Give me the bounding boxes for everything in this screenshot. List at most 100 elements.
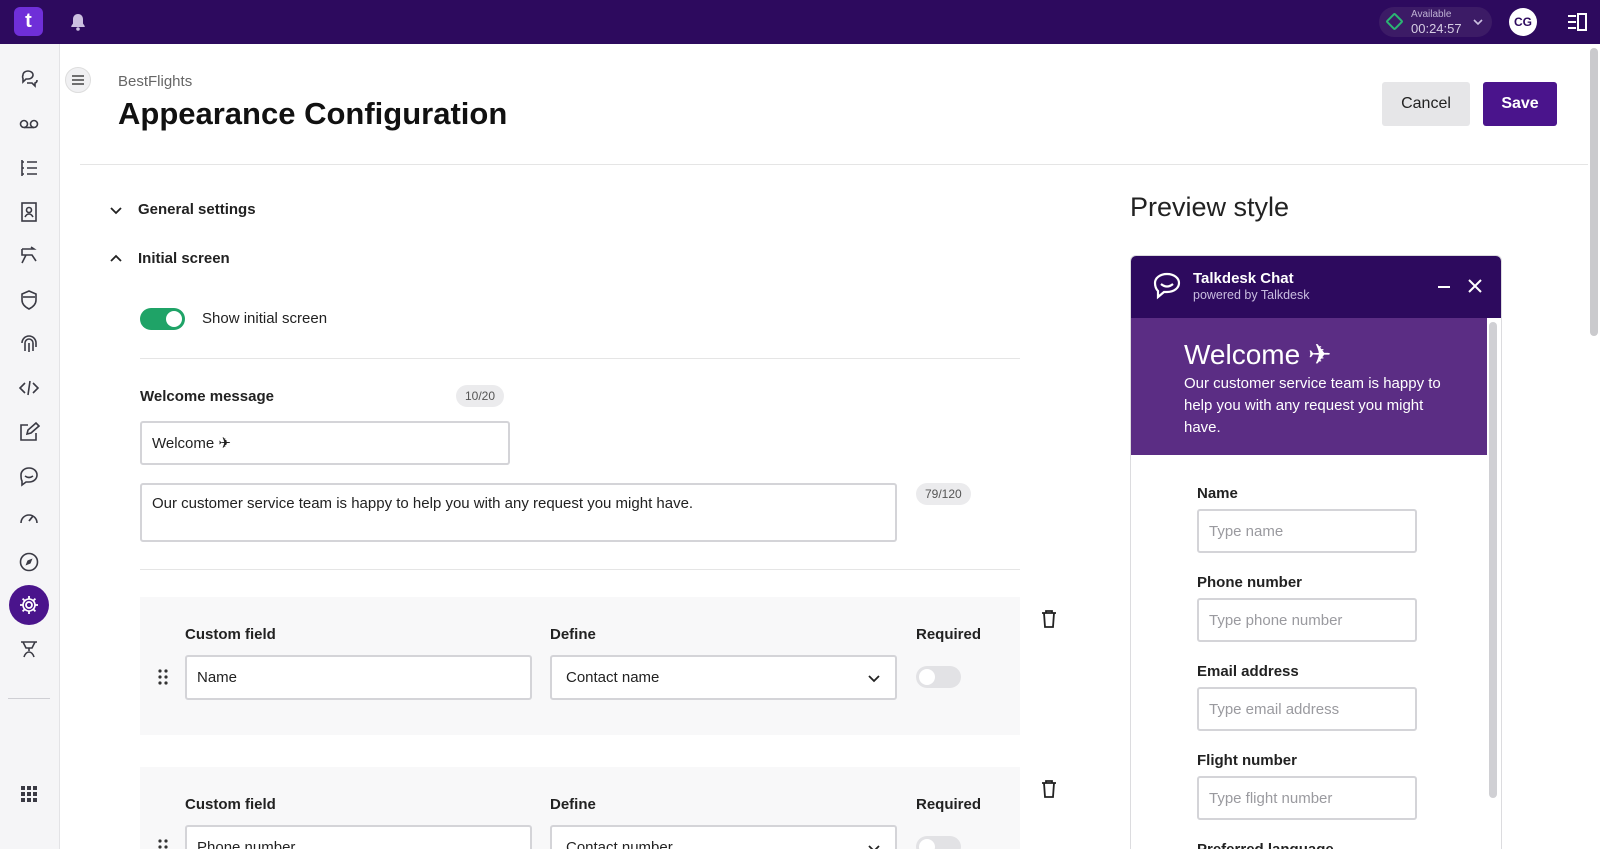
welcome-counter: 10/20 — [456, 385, 505, 407]
section-initial-screen[interactable]: Initial screen — [108, 250, 230, 267]
nav-explore[interactable] — [9, 542, 49, 582]
cancel-button[interactable]: Cancel — [1382, 82, 1470, 126]
welcome-title-input[interactable]: Welcome ✈ — [140, 421, 510, 465]
custom-field-header: Custom field — [185, 626, 276, 643]
status-label: Available — [1411, 9, 1452, 20]
chat-welcome-text: Our customer service team is happy to he… — [1184, 375, 1441, 436]
voicemail-icon — [19, 119, 39, 129]
code-icon — [18, 380, 40, 396]
preview-title: Preview style — [1130, 192, 1290, 222]
chat-header: Talkdesk Chat powered by Talkdesk — [1131, 256, 1501, 318]
status-selector[interactable]: Available 00:24:57 — [1379, 7, 1492, 37]
chat-subtitle: powered by Talkdesk — [1193, 288, 1310, 302]
chat-bubble-icon — [1153, 272, 1181, 300]
define-select-value: Contact name — [566, 669, 660, 686]
nav-voicemail[interactable] — [9, 104, 49, 144]
user-avatar[interactable]: CG — [1509, 8, 1537, 36]
required-header: Required — [916, 796, 982, 813]
preview-name-label: Name — [1197, 485, 1238, 502]
chat-icon — [20, 467, 38, 487]
chat-welcome-title: Welcome ✈ — [1184, 339, 1332, 370]
description-counter: 79/120 — [916, 483, 971, 505]
required-toggle[interactable] — [916, 666, 961, 688]
apps-grid-icon — [21, 786, 37, 802]
divider — [140, 569, 1020, 570]
nav-chat[interactable] — [9, 456, 49, 496]
status-indicator-icon — [1385, 12, 1404, 31]
chevron-down-icon — [110, 206, 122, 214]
nav-list[interactable] — [9, 148, 49, 188]
speedometer-icon — [20, 514, 38, 524]
nav-settings[interactable] — [9, 585, 49, 625]
required-toggle[interactable] — [916, 836, 961, 849]
preview-phone-label: Phone number — [1197, 574, 1303, 591]
contacts-icon — [21, 202, 37, 222]
left-navigation — [0, 44, 60, 849]
bell-icon[interactable] — [68, 12, 88, 32]
show-initial-screen-label: Show initial screen — [202, 310, 328, 327]
define-select[interactable]: Contact number — [550, 825, 897, 849]
nav-developer[interactable] — [9, 368, 49, 408]
status-timer: 00:24:57 — [1411, 21, 1462, 36]
chevron-down-icon — [868, 675, 880, 683]
list-icon — [21, 160, 37, 176]
show-initial-screen-toggle[interactable] — [140, 308, 185, 330]
nav-agent[interactable] — [9, 629, 49, 669]
preview-name-input[interactable]: Type name — [1197, 509, 1417, 553]
side-panel-icon[interactable] — [1567, 13, 1587, 31]
trash-icon[interactable] — [1040, 609, 1058, 629]
nav-apps[interactable] — [9, 774, 49, 814]
nav-security[interactable] — [9, 280, 49, 320]
breadcrumb[interactable]: BestFlights — [118, 73, 192, 90]
agent-icon — [21, 641, 37, 658]
conversations-icon — [21, 70, 38, 88]
define-header: Define — [550, 796, 596, 813]
minimize-icon[interactable] — [1436, 278, 1452, 294]
define-select-value: Contact number — [566, 839, 673, 849]
drag-handle-icon[interactable] — [157, 838, 169, 849]
chat-scrollbar[interactable] — [1489, 322, 1497, 798]
fingerprint-icon — [21, 335, 37, 352]
welcome-message-label: Welcome message — [140, 388, 274, 405]
top-bar: t Available 00:24:57 CG — [0, 0, 1600, 44]
shield-icon — [21, 290, 37, 310]
define-header: Define — [550, 626, 596, 643]
chat-title: Talkdesk Chat — [1193, 270, 1294, 287]
close-icon[interactable] — [1467, 278, 1483, 294]
page-scrollbar[interactable] — [1590, 48, 1598, 336]
drag-handle-icon[interactable] — [157, 668, 169, 686]
edit-icon — [20, 421, 40, 441]
routing-icon — [21, 246, 37, 264]
define-select[interactable]: Contact name — [550, 655, 897, 700]
chevron-down-icon — [1473, 19, 1483, 26]
nav-contacts[interactable] — [9, 192, 49, 232]
chevron-down-icon — [868, 845, 880, 849]
preview-phone-input[interactable]: Type phone number — [1197, 598, 1417, 642]
nav-identity[interactable] — [9, 324, 49, 364]
hamburger-icon — [72, 75, 84, 85]
chat-preview-widget: Talkdesk Chat powered by Talkdesk Welcom… — [1130, 255, 1502, 849]
custom-field-name-input[interactable]: Name — [185, 655, 532, 700]
save-button[interactable]: Save — [1483, 82, 1557, 126]
talkdesk-logo[interactable]: t — [14, 7, 43, 36]
chevron-up-icon — [110, 254, 122, 262]
preview-email-label: Email address — [1197, 663, 1299, 680]
preview-language-label: Preferred language — [1197, 841, 1334, 849]
header-divider — [80, 164, 1588, 165]
trash-icon[interactable] — [1040, 779, 1058, 799]
preview-flight-input[interactable]: Type flight number — [1197, 776, 1417, 820]
section-general-settings[interactable]: General settings — [108, 201, 256, 218]
compass-icon — [19, 552, 39, 572]
custom-field-name-input[interactable]: Phone number — [185, 825, 532, 849]
settings-icon — [20, 596, 38, 614]
custom-field-header: Custom field — [185, 796, 276, 813]
welcome-description-textarea[interactable]: Our customer service team is happy to he… — [140, 483, 897, 542]
preview-email-input[interactable]: Type email address — [1197, 687, 1417, 731]
required-header: Required — [916, 626, 982, 643]
nav-dashboard[interactable] — [9, 498, 49, 538]
section-initial-label: Initial screen — [138, 250, 230, 267]
nav-conversations[interactable] — [9, 60, 49, 100]
menu-toggle-button[interactable] — [65, 67, 91, 93]
nav-routing[interactable] — [9, 236, 49, 276]
nav-editor[interactable] — [9, 412, 49, 452]
